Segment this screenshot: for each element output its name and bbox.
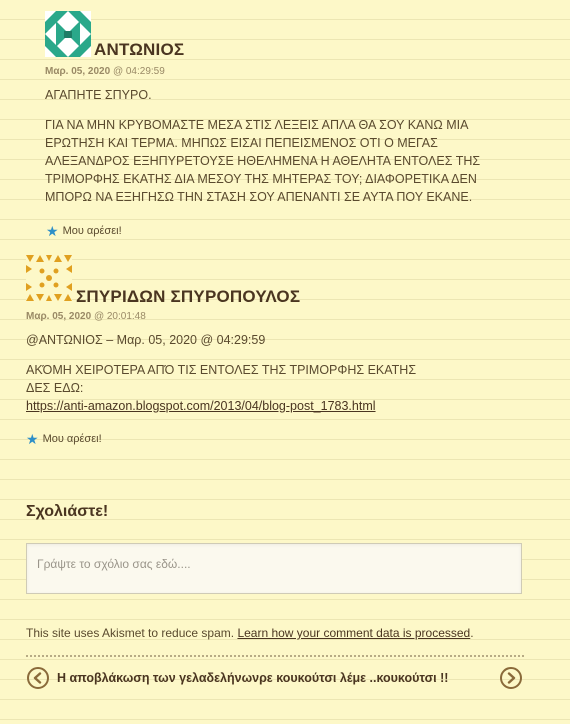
comment-link[interactable]: https://anti-amazon.blogspot.com/2013/04… [26, 399, 376, 413]
star-icon: ★ [26, 431, 39, 447]
akismet-text: This site uses Akismet to reduce spam. [26, 626, 235, 640]
star-icon: ★ [46, 223, 59, 239]
comment-line: ΔΕΣ ΕΔΩ: [26, 381, 84, 395]
prev-post-button[interactable] [27, 667, 49, 689]
akismet-end: . [470, 626, 474, 640]
comment-date: Μαρ. 05, 2020 [45, 66, 111, 77]
comment-meta[interactable]: Μαρ. 05, 2020 @ 20:01:48 [26, 311, 146, 322]
akismet-notice: This site uses Akismet to reduce spam. L… [26, 626, 474, 640]
comment-line: ΑΚΌΜΗ ΧΕΙΡΟΤΕΡΑ ΑΠΌ ΤΙΣ ΕΝΤΟΛΕΣ ΤΗΣ ΤΡΙΜ… [26, 363, 417, 377]
comment-time: 20:01:48 [106, 311, 146, 322]
comment-date: Μαρ. 05, 2020 [26, 311, 92, 322]
comment-paragraph: ΑΓΑΠΗΤΕ ΣΠΥΡΟ. [45, 88, 152, 102]
comment-at: @ [93, 311, 105, 322]
comment-meta[interactable]: Μαρ. 05, 2020 @ 04:29:59 [45, 66, 165, 77]
divider [26, 655, 524, 657]
comment-at: @ [112, 66, 124, 77]
comment-text: ΑΓΑΠΗΤΕ ΣΠΥΡΟ. ΓΙΑ ΝΑ ΜΗΝ ΚΡΥΒΟΜΑΣΤΕ ΜΕΣ… [45, 86, 490, 206]
like-label: Μου αρέσει! [42, 433, 102, 445]
chevron-right-icon [507, 672, 516, 684]
next-post-button[interactable] [500, 667, 522, 689]
comment-author[interactable]: ΑΝΤΩΝΙΟΣ [94, 40, 184, 60]
chevron-left-icon [33, 672, 42, 684]
post-nav-title[interactable]: Η αποβλάκωση των γελαδελήνωνρε κουκούτσι… [57, 671, 448, 685]
avatar[interactable] [45, 11, 91, 57]
reply-reference: @ΑΝΤΩΝΙΟΣ – Μαρ. 05, 2020 @ 04:29:59 [26, 333, 266, 347]
like-button[interactable]: ★ Μου αρέσει! [46, 224, 122, 238]
avatar[interactable] [26, 255, 72, 301]
comment-author[interactable]: ΣΠΥΡΙΔΩΝ ΣΠΥΡΟΠΟΥΛΟΣ [76, 287, 300, 307]
like-label: Μου αρέσει! [62, 225, 122, 237]
comment-time: 04:29:59 [125, 66, 165, 77]
like-button[interactable]: ★ Μου αρέσει! [26, 432, 102, 446]
comment-text: @ΑΝΤΩΝΙΟΣ – Μαρ. 05, 2020 @ 04:29:59 ΑΚΌ… [26, 331, 496, 415]
comment-textbox[interactable] [26, 543, 522, 594]
akismet-link[interactable]: Learn how your comment data is processed [237, 626, 470, 640]
comment-paragraph: ΓΙΑ ΝΑ ΜΗΝ ΚΡΥΒΟΜΑΣΤΕ ΜΕΣΑ ΣΤΙΣ ΛΕΞΕΙΣ Α… [45, 118, 481, 204]
reply-section-title: Σχολιάστε! [26, 503, 109, 520]
comment-input[interactable] [27, 544, 521, 593]
comment-paragraph: ΑΚΌΜΗ ΧΕΙΡΟΤΕΡΑ ΑΠΌ ΤΙΣ ΕΝΤΟΛΕΣ ΤΗΣ ΤΡΙΜ… [26, 361, 496, 415]
